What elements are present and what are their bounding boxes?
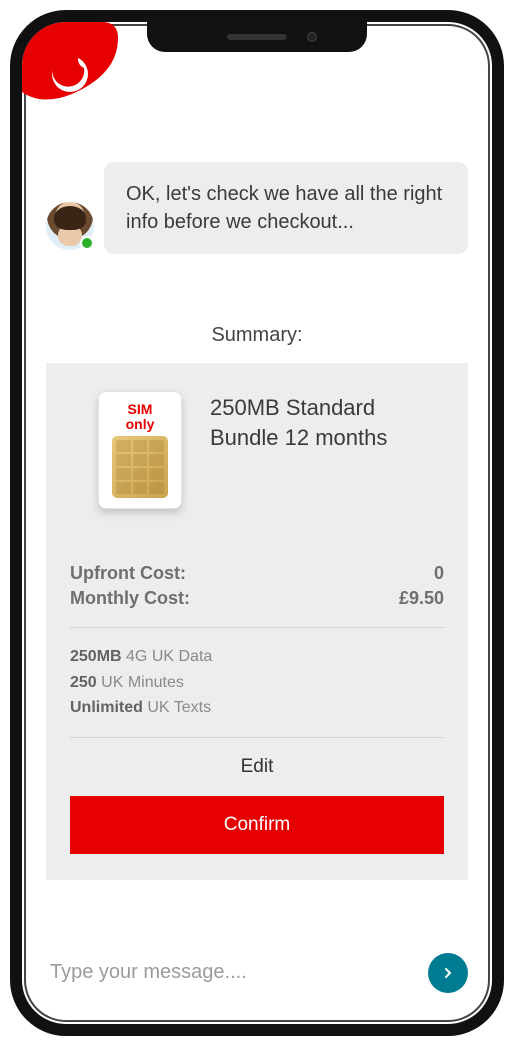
phone-notch — [147, 22, 367, 52]
product-name: 250MB Standard Bundle 12 months — [210, 391, 416, 452]
feature-list: 250MB 4G UK Data 250 UK Minutes Unlimite… — [70, 644, 444, 721]
divider — [70, 627, 444, 628]
sim-chip-icon — [112, 436, 168, 498]
upfront-cost-label: Upfront Cost: — [70, 563, 186, 584]
message-input-bar — [46, 951, 468, 994]
monthly-cost-row: Monthly Cost: £9.50 — [70, 586, 444, 611]
summary-card: SIM only 250MB Standard Bundle 12 months… — [46, 363, 468, 880]
send-button[interactable] — [428, 953, 468, 993]
sim-card-icon: SIM only — [98, 391, 182, 509]
summary-heading: Summary: — [46, 324, 468, 347]
monthly-cost-value: £9.50 — [399, 588, 444, 609]
message-input[interactable] — [46, 951, 416, 994]
brand-logo — [22, 22, 132, 112]
edit-button[interactable]: Edit — [70, 756, 444, 778]
feature-item: 250 UK Minutes — [70, 670, 444, 696]
feature-item: 250MB 4G UK Data — [70, 644, 444, 670]
assistant-message-text: OK, let's check we have all the right in… — [126, 183, 442, 233]
cost-block: Upfront Cost: 0 Monthly Cost: £9.50 — [70, 561, 444, 611]
confirm-button[interactable]: Confirm — [70, 796, 444, 854]
divider — [70, 737, 444, 738]
upfront-cost-value: 0 — [434, 563, 444, 584]
sim-card-label: SIM only — [99, 402, 181, 431]
monthly-cost-label: Monthly Cost: — [70, 588, 190, 609]
front-camera — [307, 32, 317, 42]
assistant-message-row: OK, let's check we have all the right in… — [46, 162, 468, 254]
phone-frame: OK, let's check we have all the right in… — [10, 10, 504, 1036]
presence-indicator-icon — [80, 236, 94, 250]
upfront-cost-row: Upfront Cost: 0 — [70, 561, 444, 586]
speaker-grille — [227, 34, 287, 40]
assistant-message-bubble: OK, let's check we have all the right in… — [104, 162, 468, 254]
chevron-right-icon — [440, 965, 456, 981]
feature-item: Unlimited UK Texts — [70, 695, 444, 721]
product-row: SIM only 250MB Standard Bundle 12 months — [70, 387, 444, 533]
assistant-avatar — [46, 202, 94, 250]
